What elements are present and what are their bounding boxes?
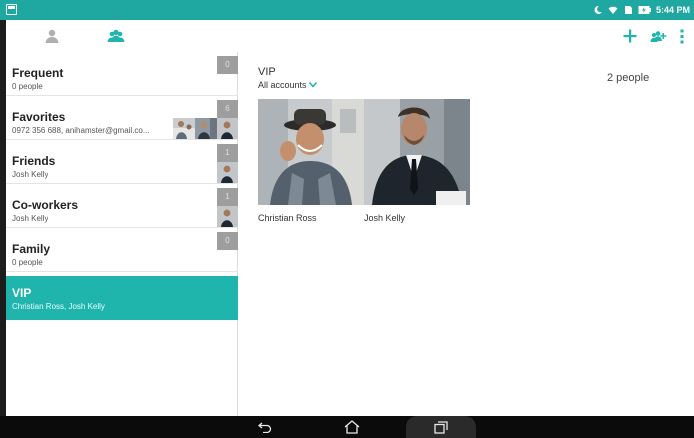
member-count-badge: 0 bbox=[217, 56, 238, 74]
member-thumbnail bbox=[217, 162, 238, 183]
member-name: Josh Kelly bbox=[364, 213, 406, 223]
member-photo bbox=[258, 99, 364, 205]
people-count: 2 people bbox=[607, 72, 650, 84]
group-name: Friends bbox=[12, 154, 56, 168]
group-title: VIP bbox=[258, 66, 276, 78]
group-name: VIP bbox=[12, 286, 32, 300]
group-item-co-workers[interactable]: Co-workers Josh Kelly 1 bbox=[6, 184, 238, 228]
home-button[interactable] bbox=[335, 416, 369, 438]
back-button[interactable] bbox=[248, 416, 282, 438]
group-name: Co-workers bbox=[12, 198, 79, 212]
accounts-label: All accounts bbox=[258, 80, 307, 90]
tab-groups[interactable] bbox=[96, 24, 136, 48]
back-icon bbox=[258, 422, 272, 433]
clock: 5:44 PM bbox=[655, 5, 690, 15]
overflow-menu-button[interactable] bbox=[670, 24, 694, 48]
member-count-badge: 1 bbox=[217, 144, 238, 162]
group-subtitle: 0 people bbox=[12, 82, 43, 91]
notification-icon bbox=[6, 4, 17, 15]
status-icons: 5:44 PM bbox=[593, 2, 690, 18]
navigation-bar bbox=[0, 416, 694, 438]
group-subtitle: 0972 356 688, anihamster@gmail.co... bbox=[12, 126, 150, 135]
add-group-button[interactable] bbox=[646, 24, 670, 48]
member-photo bbox=[364, 99, 470, 205]
group-icon bbox=[107, 29, 125, 42]
group-item-vip[interactable]: VIP Christian Ross, Josh Kelly bbox=[6, 276, 238, 320]
group-item-frequent[interactable]: Frequent 0 people 0 bbox=[6, 52, 238, 96]
status-bar: 5:44 PM bbox=[0, 0, 694, 20]
group-item-favorites[interactable]: Favorites 0972 356 688, anihamster@gmail… bbox=[6, 96, 238, 140]
toolbar bbox=[6, 20, 694, 52]
group-name: Family bbox=[12, 242, 51, 256]
member-card-josh-kelly[interactable]: Josh Kelly bbox=[364, 99, 470, 223]
wifi-icon bbox=[608, 6, 618, 14]
member-name: Christian Ross bbox=[258, 213, 317, 223]
recent-apps-icon bbox=[434, 420, 448, 434]
group-subtitle: Josh Kelly bbox=[12, 170, 49, 179]
chevron-down-icon bbox=[308, 82, 317, 88]
accounts-filter[interactable]: All accounts bbox=[258, 80, 317, 90]
group-subtitle: 0 people bbox=[12, 258, 43, 267]
add-group-icon bbox=[650, 30, 666, 42]
add-contact-button[interactable] bbox=[618, 24, 642, 48]
member-count-badge: 0 bbox=[217, 232, 238, 250]
group-item-family[interactable]: Family 0 people 0 bbox=[6, 228, 238, 272]
contacts-app: Frequent 0 people 0 Favorites 0972 356 6… bbox=[6, 20, 694, 416]
group-detail: VIP All accounts 2 people Christian Ross… bbox=[239, 52, 694, 416]
member-thumbnail bbox=[195, 118, 217, 139]
recent-apps-button[interactable] bbox=[406, 416, 476, 438]
group-list: Frequent 0 people 0 Favorites 0972 356 6… bbox=[6, 52, 238, 416]
home-icon bbox=[344, 420, 360, 434]
group-item-friends[interactable]: Friends Josh Kelly 1 bbox=[6, 140, 238, 184]
battery-charging-icon bbox=[638, 6, 651, 14]
member-thumbnail bbox=[217, 118, 238, 139]
person-icon bbox=[45, 29, 59, 43]
member-thumbnail bbox=[217, 206, 238, 227]
member-thumbnail bbox=[173, 118, 195, 139]
member-card-christian-ross[interactable]: Christian Ross bbox=[258, 99, 364, 223]
tab-contacts[interactable] bbox=[32, 24, 72, 48]
member-count-badge: 6 bbox=[217, 100, 238, 118]
sim-icon bbox=[624, 6, 632, 14]
overflow-menu-icon bbox=[680, 29, 684, 43]
add-icon bbox=[623, 29, 637, 43]
group-subtitle: Christian Ross, Josh Kelly bbox=[12, 302, 105, 311]
group-name: Favorites bbox=[12, 110, 66, 124]
member-count-badge: 1 bbox=[217, 188, 238, 206]
group-subtitle: Josh Kelly bbox=[12, 214, 49, 223]
group-name: Frequent bbox=[12, 66, 64, 80]
moon-icon bbox=[594, 5, 602, 14]
